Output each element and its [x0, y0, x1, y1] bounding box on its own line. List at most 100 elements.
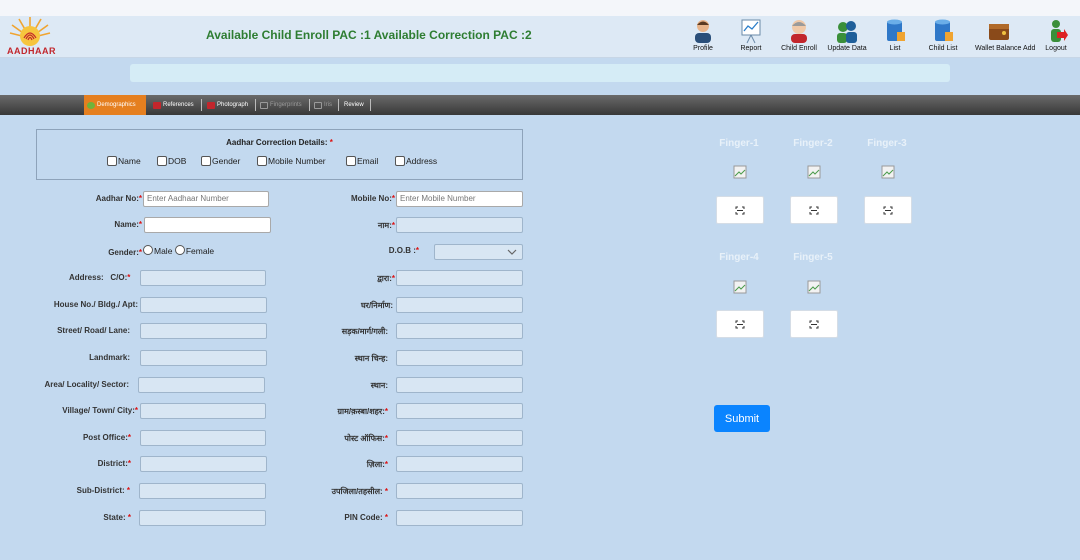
- village-label: Village/ Town/ City:*: [62, 406, 138, 415]
- state-label: State: *: [103, 513, 131, 522]
- district-hindi-input[interactable]: [396, 456, 523, 472]
- care-of-hindi-input[interactable]: [396, 270, 523, 286]
- aadhar-no-input[interactable]: Enter Aadhaar Number: [143, 191, 269, 207]
- district-input[interactable]: [140, 456, 267, 472]
- care-of-input[interactable]: [140, 270, 266, 286]
- nav-list[interactable]: List: [871, 18, 919, 56]
- name-hindi-input[interactable]: [396, 217, 523, 233]
- info-message-bar: [130, 64, 950, 82]
- landmark-hindi-input[interactable]: [396, 350, 523, 366]
- area-input[interactable]: [138, 377, 265, 393]
- gender-label: Gender:*: [108, 248, 142, 257]
- area-hindi-label: स्थान:: [370, 381, 388, 390]
- mobile-no-input[interactable]: Enter Mobile Number: [396, 191, 523, 207]
- area-hindi-input[interactable]: [396, 377, 523, 393]
- state-input[interactable]: [139, 510, 266, 526]
- correction-option-name[interactable]: Name: [107, 156, 141, 166]
- child-list-icon: [935, 19, 953, 41]
- village-hindi-input[interactable]: [396, 403, 523, 419]
- nav-child-list[interactable]: Child List: [919, 18, 967, 56]
- checkbox[interactable]: [395, 156, 405, 166]
- scan-finger-4-button[interactable]: [716, 310, 764, 338]
- sub-district-input[interactable]: [139, 483, 266, 499]
- correction-details-box: Aadhar Correction Details: * Name DOB Ge…: [36, 129, 523, 180]
- post-office-hindi-input[interactable]: [396, 430, 523, 446]
- aadhar-no-label: Aadhar No:*: [95, 194, 142, 203]
- landmark-hindi-label: स्थान चिन्ह:: [354, 354, 388, 363]
- tab-divider: [309, 99, 310, 111]
- gender-female-radio[interactable]: Female: [174, 245, 214, 256]
- nav-update-data[interactable]: Update Data: [823, 18, 871, 56]
- sub-district-hindi-input[interactable]: [396, 483, 523, 499]
- nav-report[interactable]: Report: [727, 18, 775, 56]
- tab-iris: Iris: [311, 95, 335, 115]
- gender-male-radio[interactable]: Male: [143, 245, 172, 256]
- house-input[interactable]: [140, 297, 267, 313]
- tab-photograph[interactable]: Photograph: [204, 95, 251, 115]
- house-hindi-input[interactable]: [396, 297, 523, 313]
- scan-finger-1-button[interactable]: [716, 196, 764, 224]
- child-enroll-icon: [791, 20, 807, 43]
- scan-finger-3-button[interactable]: [864, 196, 912, 224]
- database-icon: [887, 19, 905, 41]
- tab-references[interactable]: References: [150, 95, 197, 115]
- village-hindi-label: ग्राम/क़स्बा/शहर:*: [337, 407, 388, 416]
- finger-2-title: Finger-2: [793, 138, 833, 149]
- checkbox[interactable]: [257, 156, 267, 166]
- submit-button[interactable]: Submit: [714, 405, 770, 432]
- wallet-icon: [989, 24, 1009, 40]
- street-hindi-input[interactable]: [396, 323, 523, 339]
- form-tabs: Demographics References Photograph Finge…: [0, 95, 1080, 115]
- nav-logout[interactable]: Logout: [1032, 18, 1080, 56]
- post-office-hindi-label: पोस्ट ऑफिस:*: [344, 434, 388, 443]
- tab-divider: [201, 99, 202, 111]
- scan-finger-2-button[interactable]: [790, 196, 838, 224]
- checkbox[interactable]: [107, 156, 117, 166]
- tab-review[interactable]: Review: [341, 95, 367, 115]
- logout-icon: [1051, 20, 1068, 42]
- checkbox[interactable]: [157, 156, 167, 166]
- pin-code-input[interactable]: [396, 510, 523, 526]
- post-office-input[interactable]: [140, 430, 266, 446]
- correction-option-mobile-number[interactable]: Mobile Number: [257, 156, 326, 166]
- correction-option-email[interactable]: Email: [346, 156, 378, 166]
- checkbox[interactable]: [346, 156, 356, 166]
- mobile-no-label: Mobile No:*: [350, 194, 395, 203]
- landmark-input[interactable]: [140, 350, 267, 366]
- broken-image-icon: [807, 280, 821, 294]
- correction-option-address[interactable]: Address: [395, 156, 437, 166]
- scan-finger-5-button[interactable]: [790, 310, 838, 338]
- broken-image-icon: [881, 165, 895, 179]
- district-hindi-label: ज़िला:*: [366, 460, 388, 469]
- tab-divider: [338, 99, 339, 111]
- tab-fingerprints: Fingerprints: [257, 95, 305, 115]
- dob-select[interactable]: [434, 244, 523, 260]
- fingerprints-check-icon: [260, 101, 268, 109]
- logo-text: AADHAAR: [7, 46, 56, 56]
- district-label: District:*: [97, 459, 131, 468]
- correction-option-dob[interactable]: DOB: [157, 156, 186, 166]
- dob-label: D.O.B :*: [388, 246, 419, 255]
- post-office-label: Post Office:*: [82, 433, 131, 442]
- street-input[interactable]: [140, 323, 267, 339]
- checkbox[interactable]: [201, 156, 211, 166]
- scan-icon: [809, 206, 819, 214]
- house-label: House No./ Bldg./ Apt:: [53, 300, 138, 309]
- profile-icon: [695, 20, 711, 43]
- address-label: Address: C/O:*: [69, 273, 131, 282]
- broken-image-icon: [733, 165, 747, 179]
- nav-profile[interactable]: Profile: [679, 18, 727, 56]
- name-hindi-label: नाम:*: [377, 221, 395, 230]
- nav-child-enroll[interactable]: Child Enroll: [775, 18, 823, 56]
- tab-demographics[interactable]: Demographics: [84, 95, 146, 115]
- village-input[interactable]: [140, 403, 266, 419]
- photograph-icon: [207, 101, 215, 109]
- name-label: Name:*: [114, 220, 142, 229]
- area-label: Area/ Locality/ Sector:: [44, 380, 129, 389]
- correction-option-gender[interactable]: Gender: [201, 156, 240, 166]
- broken-image-icon: [733, 280, 747, 294]
- iris-check-icon: [314, 101, 322, 109]
- pin-code-label: PIN Code: *: [344, 513, 388, 522]
- nav-wallet-balance-add[interactable]: Wallet Balance Add: [975, 18, 1035, 56]
- name-input[interactable]: [144, 217, 271, 233]
